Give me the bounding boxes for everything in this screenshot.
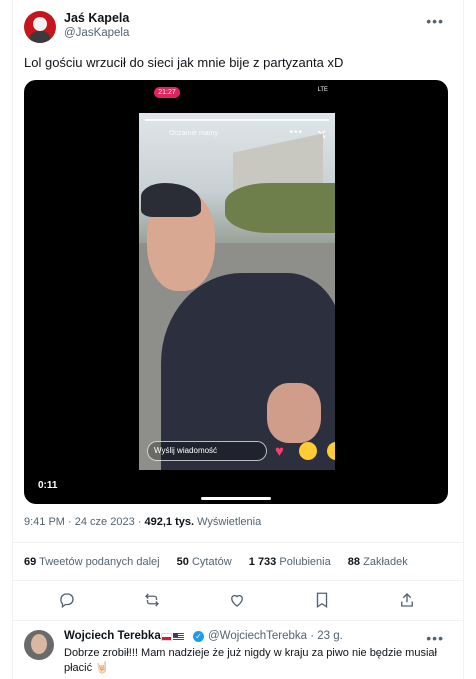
recording-time-badge: 21:27	[154, 87, 180, 98]
author-name[interactable]: Jaś Kapela	[64, 11, 129, 25]
poland-flag-icon	[161, 632, 172, 641]
story-progress-bar	[145, 119, 329, 121]
divider	[13, 542, 463, 543]
reply-author-avatar[interactable]	[24, 630, 54, 660]
author-handle[interactable]: @JasKapela	[64, 27, 129, 39]
avatar-body-shape	[29, 31, 51, 43]
video-frame: Oczarnie mamy ••• ✕ Wyślij wiadomość ♥	[139, 113, 335, 470]
stat-label: Zakładek	[363, 556, 408, 568]
stat-bookmarks[interactable]: 88 Zakładek	[348, 556, 408, 568]
more-options-icon[interactable]: •••	[426, 13, 444, 29]
stat-count: 50	[176, 556, 189, 568]
share-icon[interactable]	[398, 591, 418, 611]
engagement-stats: 69 Tweetów podanych dalej 50 Cytatów 1 7…	[24, 556, 422, 568]
stat-count: 88	[347, 556, 361, 568]
tweet-metadata: 9:41 PM · 24 cze 2023 · 492,1 tys. Wyświ…	[24, 516, 261, 528]
reply-icon[interactable]	[58, 591, 78, 611]
usa-flag-icon	[173, 632, 184, 641]
meta-separator: ·	[137, 516, 145, 528]
avatar-face-shape	[33, 17, 47, 31]
video-player[interactable]: 21:27 LTE Oczarnie mamy ••• ✕ Wyślij wia…	[24, 80, 448, 504]
scene-trees	[225, 183, 335, 233]
video-elapsed-time: 0:11	[38, 480, 58, 491]
retweet-icon[interactable]	[143, 591, 163, 611]
bookmark-icon[interactable]	[313, 591, 333, 611]
divider	[13, 580, 463, 581]
heart-icon: ♥	[275, 443, 284, 460]
stat-label: Cytatów	[191, 556, 232, 568]
story-message-input: Wyślij wiadomość	[147, 441, 267, 461]
flag-emojis	[161, 631, 185, 641]
author-avatar[interactable]	[24, 11, 56, 43]
reply-author-handle[interactable]: @WojciechTerebka · 23 g.	[208, 630, 343, 642]
video-home-indicator	[201, 497, 271, 500]
reply-time[interactable]: · 23 g.	[310, 630, 343, 642]
stat-likes[interactable]: 1 733 Polubienia	[249, 556, 331, 568]
divider	[13, 620, 463, 621]
meta-separator: ·	[68, 516, 75, 528]
avatar-face-shape	[31, 634, 47, 654]
views-count: 492,1 tys.	[144, 516, 195, 528]
more-options-icon[interactable]: •••	[426, 630, 444, 646]
stat-count: 69	[24, 556, 37, 568]
story-title: Oczarnie mamy	[169, 130, 219, 137]
stat-retweets[interactable]: 69 Tweetów podanych dalej	[24, 556, 160, 568]
tweet-time[interactable]: 9:41 PM	[24, 516, 65, 528]
stat-quotes[interactable]: 50 Cytatów	[177, 556, 232, 568]
tweet-actions	[52, 591, 432, 611]
scene-person-cap	[141, 183, 201, 217]
reply-handle-text: @WojciechTerebka	[208, 630, 308, 642]
network-label: LTE	[317, 87, 328, 93]
like-icon[interactable]	[228, 591, 248, 611]
tweet-date[interactable]: 24 cze 2023	[75, 516, 135, 528]
emoji-icon	[299, 442, 317, 460]
reply-author-name[interactable]: Wojciech Terebka	[64, 630, 161, 642]
reply-tweet[interactable]: Wojciech Terebka ✓ @WojciechTerebka · 23…	[24, 630, 454, 679]
views-label: Wyświetlenia	[197, 516, 262, 528]
scene-hand	[267, 383, 321, 443]
reply-text: Dobrze zrobił!!! Mam nadzieje że już nig…	[64, 647, 437, 674]
verified-badge-icon: ✓	[193, 631, 204, 642]
stat-label: Polubienia	[279, 556, 331, 568]
stat-count: 1 733	[248, 556, 277, 568]
network-status: LTE	[317, 87, 328, 93]
tweet-header: Jaś Kapela @JasKapela •••	[24, 11, 454, 43]
tweet-text: Lol gościu wrzucił do sieci jak mnie bij…	[24, 55, 344, 70]
stat-label: Tweetów podanych dalej	[39, 556, 160, 568]
story-more-icon: •••	[289, 127, 303, 138]
